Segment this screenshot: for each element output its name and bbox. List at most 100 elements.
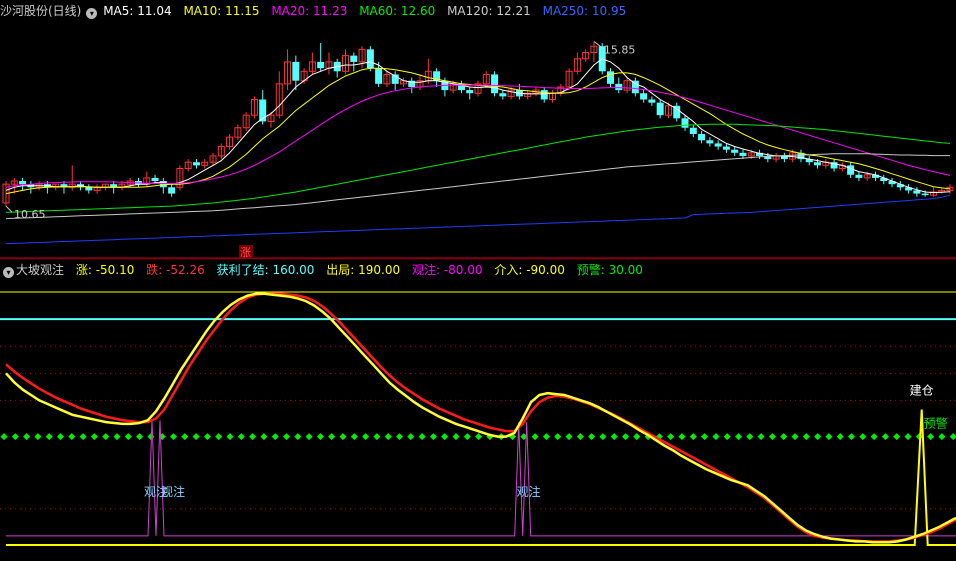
yujing-dot [79,433,87,441]
yujing-dot [735,433,742,441]
yujing-dot [848,433,855,441]
yujing-dot [870,433,878,441]
yujing-dot [678,433,686,441]
yujing-dot [237,433,245,441]
yujing-dot [396,433,403,441]
candle-body-down [19,181,27,185]
yujing-dot [350,433,358,441]
yujing-dot [328,433,336,441]
yujing-dot [701,433,709,441]
yujing-dot [215,433,223,441]
candle-body-down [722,146,730,150]
ma250-value: MA250: 10.95 [542,4,627,18]
yujing-dot [610,433,618,441]
yujing-dot [339,433,347,441]
candle-body-down [168,187,176,194]
zhang-line [5,292,956,544]
yujing-dot [34,433,42,441]
yujing-dot [565,433,573,441]
candle-body-down [648,99,656,103]
yujing-dot [0,433,8,441]
huoli-value: 获利了结: 160.00 [216,263,315,277]
yujing-dot [384,433,392,441]
yujing-dot [542,433,550,441]
yujing-dot [373,433,381,441]
yujing-dot [102,433,110,441]
yujing-dot [136,433,144,441]
buy-label: 建仓 [910,383,934,397]
yujing-dot [192,433,200,441]
candle-body-down [681,118,689,128]
yujing-dot [90,433,98,441]
chevron-down-icon[interactable]: ▾ [3,267,14,278]
candle-body-down [921,193,929,196]
indicator-title: 大坡观注 [16,263,65,277]
candle-body-down [706,140,714,144]
yujing-dot [113,433,121,441]
yujing-dot [283,433,290,441]
yujing-dot [418,433,426,441]
yujing-dot [260,433,268,441]
candle-body-down [606,71,614,84]
zhang-value: 涨: -50.10 [75,263,135,277]
yujing-dot [475,433,483,441]
yujing-dot [938,433,946,441]
yujing-dot [791,433,799,441]
yujing-value: 预警: 30.00 [576,263,643,277]
candle-body-down [855,174,863,178]
yujing-dots [0,433,956,441]
signal-label: 涨 [240,246,251,259]
yujing-dot [949,433,956,441]
yujing-dot [780,433,788,441]
yujing-dot [588,433,596,441]
candle-body-down [847,165,855,175]
die-value: 跌: -52.26 [146,263,205,277]
yujing-dot [170,433,177,441]
yujing-dot [893,433,901,441]
ma-line-ma250 [5,194,951,245]
yujing-dot [904,433,912,441]
ma120-value: MA120: 12.21 [447,4,531,18]
low-price-label: 10.65 [14,208,46,221]
stock-title: 沙河股份(日线) [0,4,82,18]
ma-line-ma5 [5,58,951,194]
jieru-value: 介入: -90.00 [494,263,565,277]
candle-body-down [151,177,159,182]
yujing-dot [294,433,302,441]
guanzhu-label: 观注 [161,484,185,499]
yujing-dot [723,433,731,441]
chevron-down-icon[interactable]: ▾ [86,8,98,19]
yujing-dot [11,433,19,441]
candle-body-down [698,134,706,141]
yujing-dot [802,433,810,441]
yujing-dot [305,433,313,441]
ma20-value: MA20: 11.23 [271,4,348,18]
yujing-dot [181,433,189,441]
yujing-dot [23,433,31,441]
candle-body-down [292,61,300,81]
yujing-dot [45,433,53,441]
guanzhu-value: 观注: -80.00 [411,263,483,277]
candle-body-down [814,162,822,166]
high-price-label: 15.85 [604,44,636,57]
yujing-dot [554,433,562,441]
ma-line-ma60 [5,123,951,213]
candle-body-down [640,93,648,100]
yujing-dot [667,433,675,441]
candles-group [2,41,954,207]
yujing-dot [463,433,471,441]
yujing-dot [531,433,539,441]
candle-body-down [656,102,664,116]
chart-stage: 15.8510.65涨观注观注 观注建仓预警 [0,41,956,546]
yujing-dot [599,433,607,441]
yujing-dot [124,433,132,441]
yujing-dot [362,433,370,441]
ma5-value: MA5: 11.04 [103,4,172,18]
yujing-dot [226,433,234,441]
yujing-dot [746,433,754,441]
yujing-dot [203,433,211,441]
warn-label: 预警 [924,415,948,430]
yujing-dot [316,433,324,441]
candle-body-down [689,127,697,134]
yujing-dot [57,433,64,441]
